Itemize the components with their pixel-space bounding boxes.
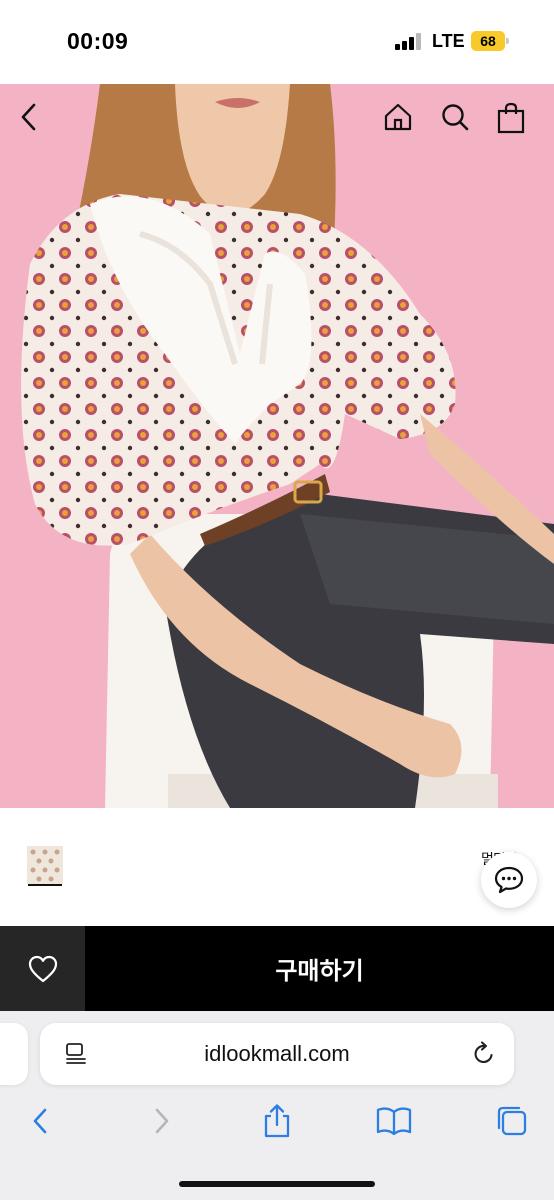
address-bar[interactable]: idlookmall.com	[40, 1023, 514, 1085]
browser-back-button[interactable]	[19, 1099, 63, 1143]
tabs-icon	[497, 1106, 527, 1136]
product-top-nav	[0, 84, 554, 154]
network-type: LTE	[432, 31, 465, 51]
search-button[interactable]	[440, 102, 474, 136]
shopping-bag-icon	[497, 102, 525, 134]
home-button[interactable]	[383, 102, 417, 136]
url-text: idlookmall.com	[204, 1041, 350, 1066]
product-detail-screen: 00:09 LTE 68 구매하기 idlookmall.com	[0, 0, 554, 1200]
wishlist-button[interactable]	[0, 926, 85, 1011]
chat-bubble-icon	[494, 866, 524, 894]
previous-tab-preview[interactable]	[0, 1023, 28, 1085]
bookmarks-button[interactable]	[372, 1099, 416, 1143]
forward-icon	[155, 1108, 169, 1134]
status-bar: 00:09 LTE 68	[0, 0, 554, 84]
tabs-button[interactable]	[490, 1099, 534, 1143]
back-arrow-icon	[21, 103, 36, 131]
thumbnail-strip	[0, 808, 554, 926]
browser-forward-button[interactable]	[139, 1099, 183, 1143]
home-icon	[384, 103, 412, 131]
search-icon	[442, 104, 469, 131]
share-icon	[264, 1104, 290, 1138]
product-thumbnail[interactable]	[27, 846, 63, 884]
battery-icon: 68	[471, 31, 509, 51]
back-icon	[33, 1108, 47, 1134]
bookmarks-icon	[376, 1107, 412, 1136]
cellular-signal-icon	[395, 33, 423, 50]
battery-level: 68	[471, 31, 505, 51]
back-button[interactable]	[18, 102, 52, 136]
purchase-bar: 구매하기	[0, 926, 554, 1011]
reload-icon[interactable]	[471, 1041, 497, 1067]
product-image[interactable]	[0, 84, 554, 808]
cart-button[interactable]	[496, 102, 530, 136]
status-time: 00:09	[67, 28, 129, 54]
heart-icon	[28, 955, 57, 982]
home-indicator	[179, 1181, 375, 1187]
share-button[interactable]	[255, 1099, 299, 1143]
thumbnail-active-indicator	[28, 884, 62, 886]
product-photo	[0, 84, 554, 808]
chat-button[interactable]	[481, 852, 537, 908]
buy-button[interactable]: 구매하기	[85, 926, 554, 1011]
browser-toolbar: idlookmall.com	[0, 1011, 554, 1200]
